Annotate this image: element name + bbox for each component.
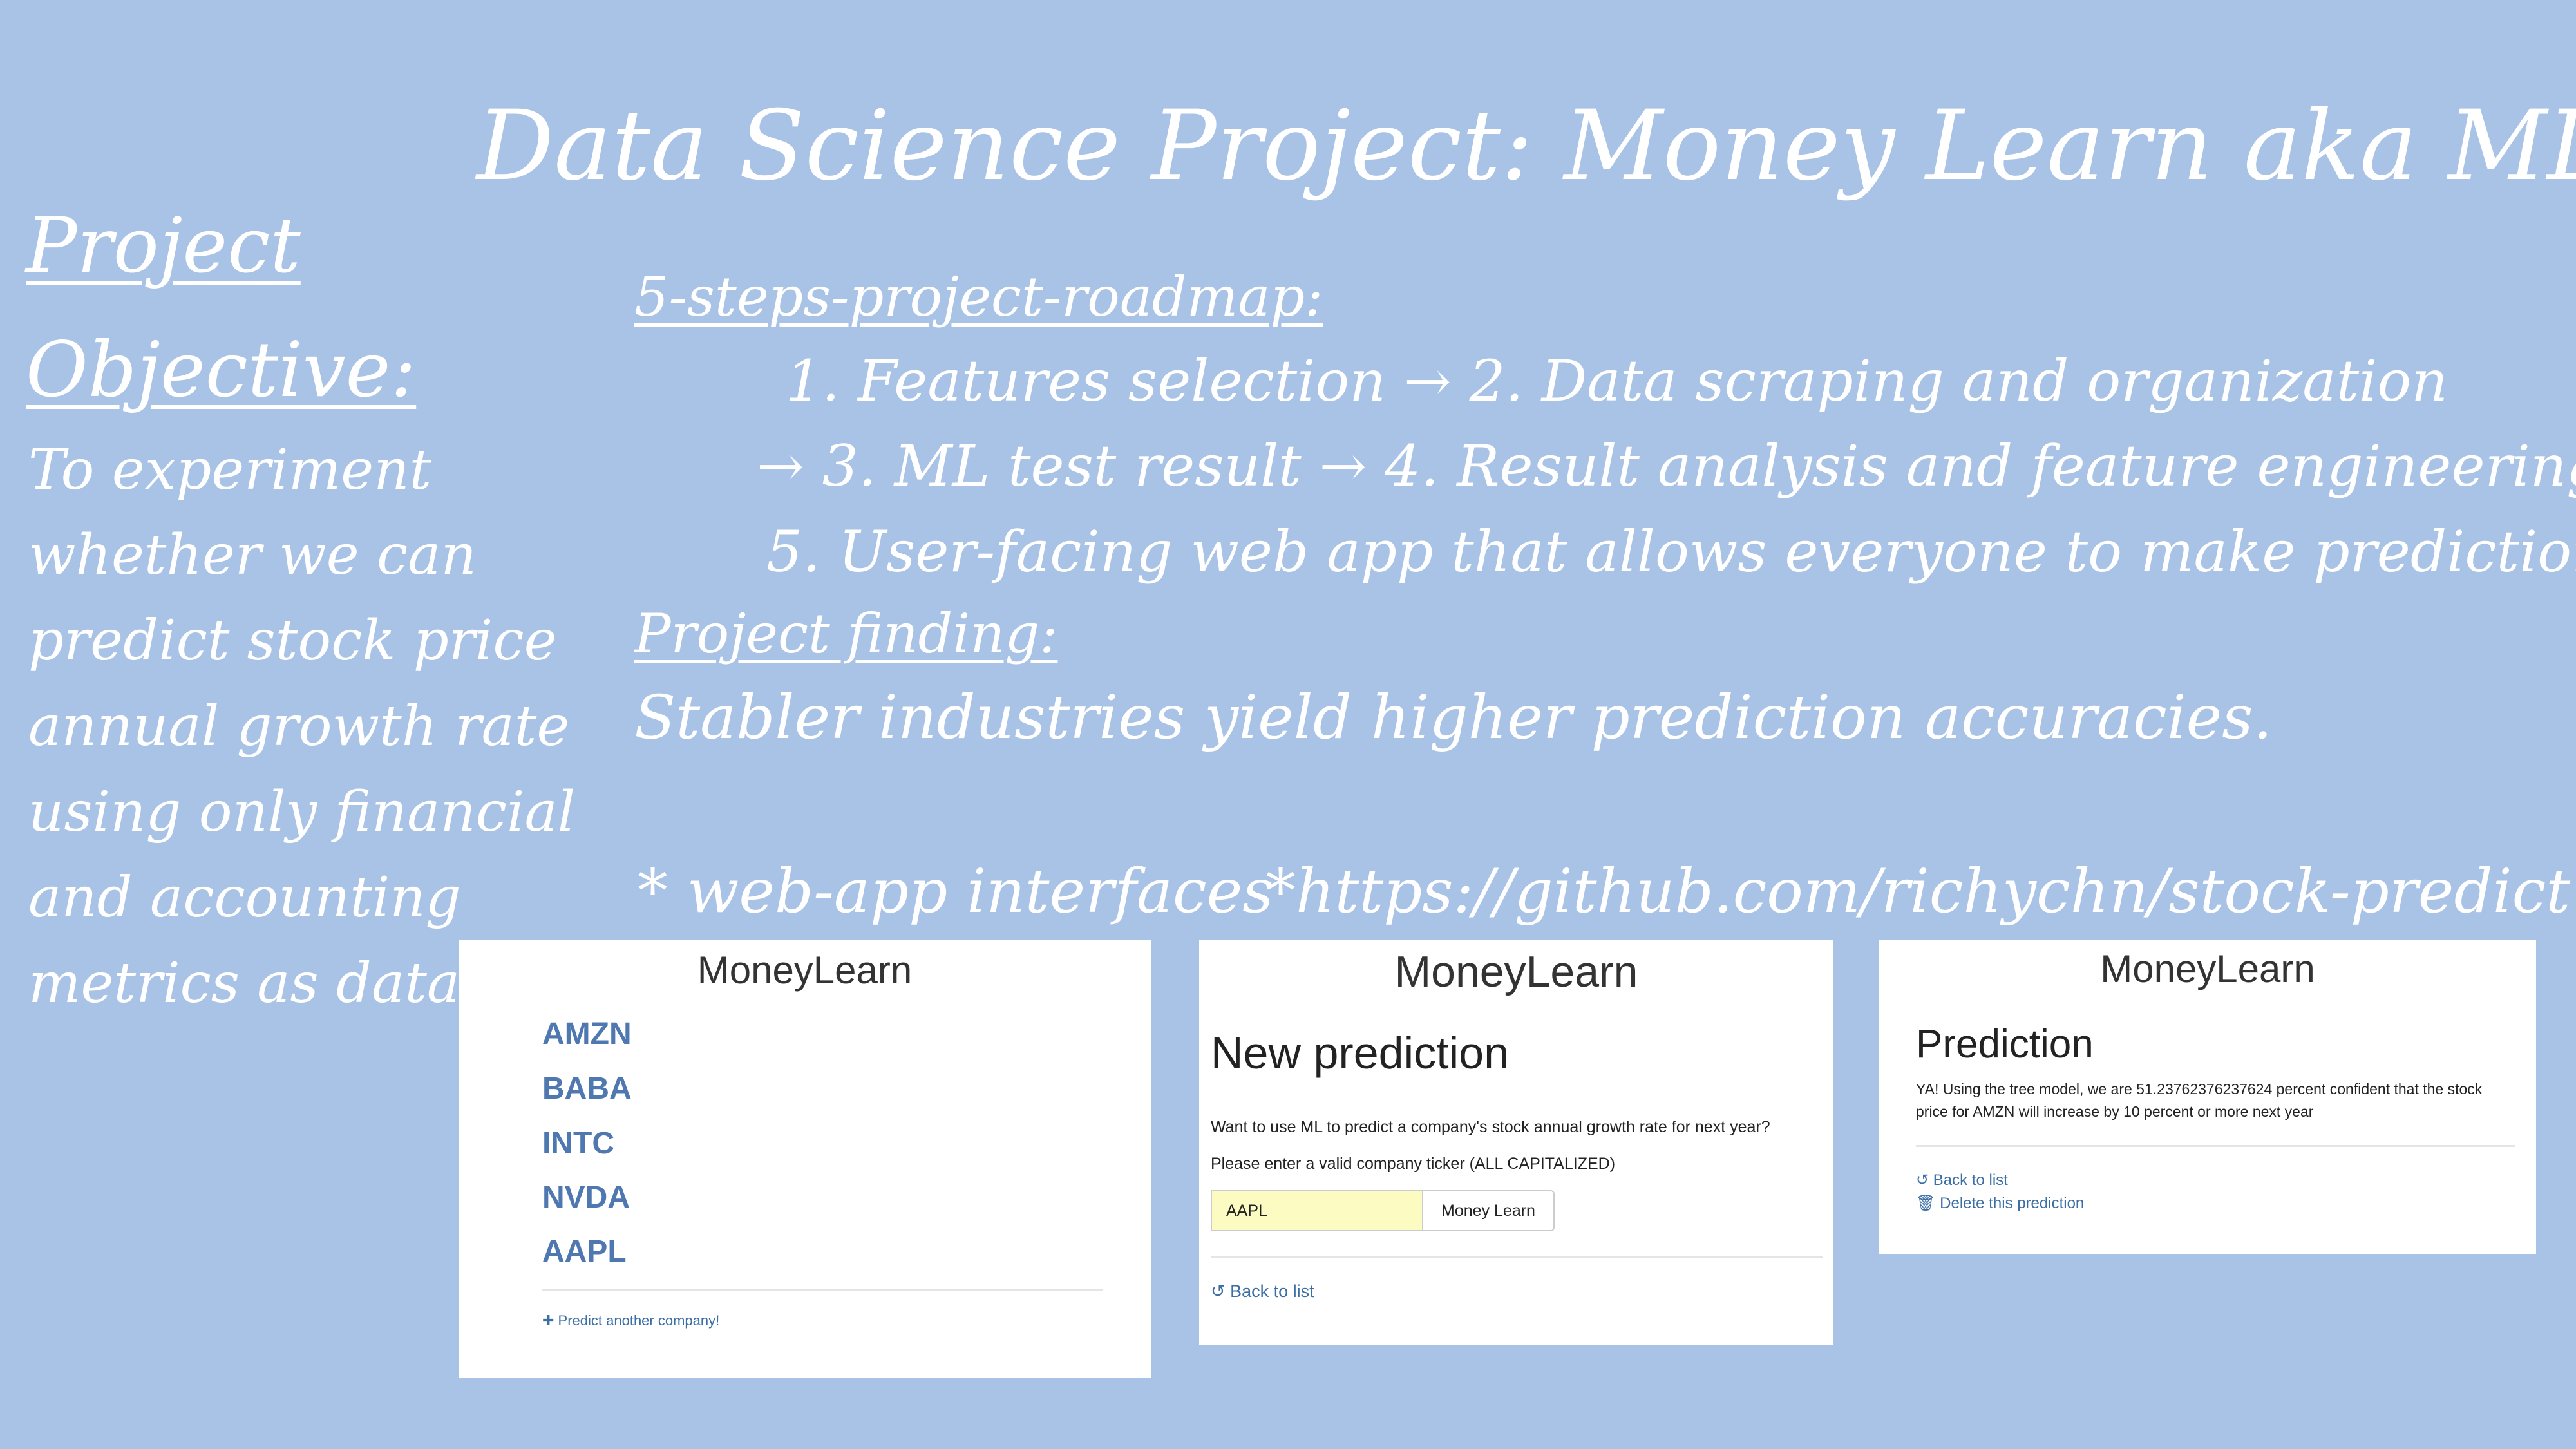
objective-text-line: and accounting — [28, 866, 461, 930]
objective-text-line: whether we can — [28, 523, 477, 587]
finding-heading: Project finding: — [634, 602, 1058, 665]
roadmap-line: 1. Features selection → 2. Data scraping… — [786, 348, 2448, 414]
prediction-question: Want to use ML to predict a company's st… — [1211, 1118, 1770, 1136]
app-brand: MoneyLearn — [1394, 947, 1638, 996]
objective-heading-line1: Project — [26, 201, 301, 290]
roadmap-heading: 5-steps-project-roadmap: — [634, 265, 1323, 328]
ticker-link[interactable]: AMZN — [542, 1016, 632, 1052]
prediction-result-text: YA! Using the tree model, we are 51.2376… — [1916, 1081, 2483, 1120]
money-learn-button[interactable]: Money Learn — [1422, 1190, 1555, 1231]
github-repo-link[interactable]: *https://github.com/richychn/stock-predi… — [1265, 857, 2570, 927]
app-prediction-result-screenshot: MoneyLearn Prediction YA! Using the tree… — [1879, 940, 2536, 1254]
roadmap-line: 5. User-facing web app that allows every… — [766, 518, 2576, 585]
ticker-input[interactable]: AAPL — [1211, 1190, 1423, 1231]
roadmap-line: → 3. ML test result → 4. Result analysis… — [757, 433, 2576, 499]
ticker-instruction: Please enter a valid company ticker (ALL… — [1211, 1155, 1616, 1173]
objective-text-line: metrics as data. — [28, 951, 478, 1016]
page-title: Prediction — [1916, 1022, 2094, 1066]
delete-prediction-link[interactable]: 🗑 Delete this prediction — [1916, 1194, 2084, 1213]
back-to-list-link[interactable]: ↺ Back to list — [1211, 1282, 1314, 1302]
slide-title: Data Science Project: Money Learn aka ML — [477, 90, 2576, 202]
divider — [1211, 1256, 1823, 1258]
finding-text: Stabler industries yield higher predicti… — [634, 683, 2273, 753]
app-brand: MoneyLearn — [697, 949, 913, 992]
objective-heading-line2: Objective: — [26, 325, 417, 414]
divider — [1916, 1145, 2515, 1147]
app-new-prediction-screenshot: MoneyLearn New prediction Want to use ML… — [1199, 940, 1833, 1345]
back-to-list-link[interactable]: ↺ Back to list — [1916, 1171, 2008, 1189]
page-title: New prediction — [1211, 1028, 1509, 1078]
ticker-link[interactable]: AAPL — [542, 1234, 627, 1269]
objective-text-line: using only financial — [28, 780, 576, 844]
ticker-link[interactable]: NVDA — [542, 1180, 630, 1215]
web-app-interfaces-note: * web-app interfaces — [638, 857, 1274, 927]
predict-another-link[interactable]: ✚ Predict another company! — [542, 1312, 719, 1329]
ticker-link[interactable]: BABA — [542, 1071, 632, 1106]
app-brand: MoneyLearn — [2100, 947, 2315, 990]
divider — [542, 1289, 1103, 1291]
objective-text-line: To experiment — [28, 438, 432, 502]
objective-text-line: annual growth rate — [28, 694, 570, 759]
app-list-screenshot: MoneyLearn AMZN BABA INTC NVDA AAPL ✚ Pr… — [459, 940, 1151, 1378]
objective-text-line: predict stock price — [28, 609, 557, 673]
ticker-link[interactable]: INTC — [542, 1126, 614, 1161]
